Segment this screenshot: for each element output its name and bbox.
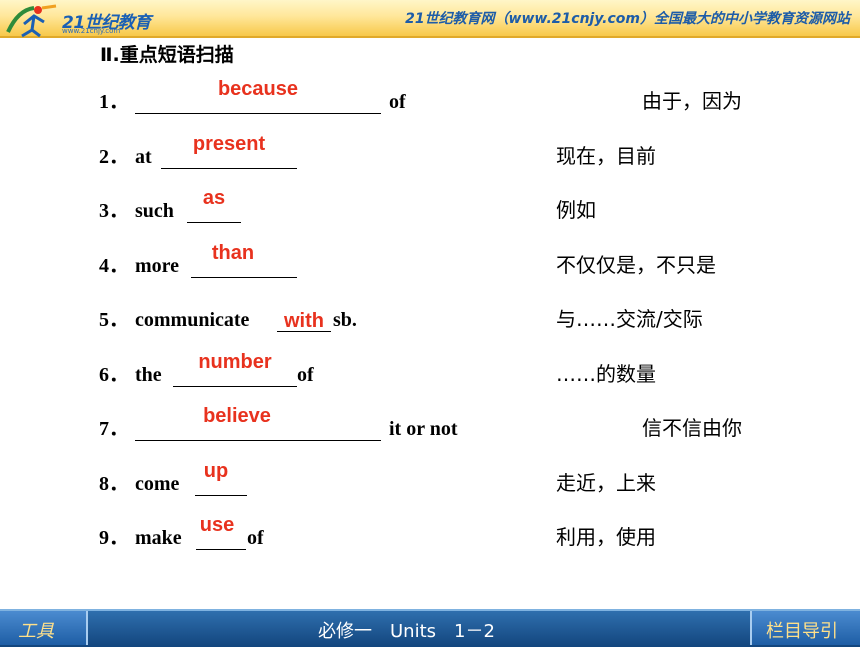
answer-text: number bbox=[198, 351, 272, 373]
phrase-meaning: 由于，因为 bbox=[642, 89, 742, 113]
row-number: 2． bbox=[99, 146, 129, 168]
section-nav-button[interactable]: 栏目导引 bbox=[750, 611, 860, 645]
phrase-row: 1． because of 由于，因为 bbox=[99, 78, 799, 118]
phrase-row: 3． such as 例如 bbox=[99, 187, 799, 227]
answer-text: present bbox=[192, 133, 266, 155]
phrase-meaning: 利用，使用 bbox=[556, 525, 656, 549]
section-nav-label: 栏目导引 bbox=[766, 621, 838, 642]
answer-blank: up bbox=[195, 460, 247, 496]
row-number: 1． bbox=[99, 91, 129, 113]
answer-text: than bbox=[211, 242, 255, 264]
footer-title: 必修一 Units 1－2 bbox=[318, 621, 495, 642]
answer-blank: number bbox=[173, 351, 297, 387]
answer-text: as bbox=[202, 187, 226, 209]
phrase-meaning: 不仅仅是，不只是 bbox=[556, 253, 716, 277]
tools-button[interactable]: 工具 bbox=[0, 611, 88, 645]
phrase-suffix: of bbox=[389, 91, 406, 113]
site-logo: 21世纪教育 www.21cnjy.com bbox=[4, 2, 151, 38]
row-number: 4． bbox=[99, 255, 129, 277]
answer-text: use bbox=[199, 514, 235, 536]
answer-blank: because bbox=[135, 78, 381, 114]
phrase-row: 4． more than 不仅仅是，不只是 bbox=[99, 242, 799, 282]
phrase-prefix: the bbox=[135, 364, 162, 386]
phrase-meaning: 信不信由你 bbox=[642, 416, 742, 440]
phrase-suffix: of bbox=[297, 364, 314, 386]
phrase-meaning: 例如 bbox=[556, 198, 596, 222]
answer-blank: present bbox=[161, 133, 297, 169]
row-number: 7． bbox=[99, 418, 129, 440]
phrase-prefix: communicate bbox=[135, 309, 250, 331]
phrase-prefix: come bbox=[135, 473, 180, 495]
phrase-row: 9． make use of 利用，使用 bbox=[99, 514, 799, 554]
section-heading: Ⅱ.重点短语扫描 bbox=[100, 44, 234, 66]
row-number: 6． bbox=[99, 364, 129, 386]
runner-logo-icon bbox=[6, 4, 57, 38]
logo-subtext: www.21cnjy.com bbox=[62, 27, 121, 35]
phrase-meaning: 走近，上来 bbox=[556, 471, 656, 495]
answer-text: because bbox=[217, 78, 299, 100]
phrase-prefix: at bbox=[135, 146, 152, 168]
phrase-row: 6． the number of ……的数量 bbox=[99, 351, 799, 391]
answer-blank: use bbox=[196, 514, 246, 550]
answer-blank: with bbox=[277, 309, 331, 332]
phrase-meaning: 与……交流/交际 bbox=[556, 307, 703, 331]
phrase-prefix: such bbox=[135, 200, 174, 222]
answer-blank: than bbox=[191, 242, 297, 278]
row-number: 5． bbox=[99, 309, 129, 331]
answer-text: with bbox=[284, 310, 324, 332]
phrase-row: 8． come up 走近，上来 bbox=[99, 460, 799, 500]
answer-text: up bbox=[203, 460, 229, 482]
phrase-prefix: more bbox=[135, 255, 180, 277]
phrase-suffix: of bbox=[247, 527, 264, 549]
answer-blank: believe bbox=[135, 405, 381, 441]
footer-bar: 工具 必修一 Units 1－2 栏目导引 bbox=[0, 609, 860, 647]
phrase-prefix: make bbox=[135, 527, 182, 549]
phrase-row: 7． believe it or not 信不信由你 bbox=[99, 405, 799, 445]
phrase-meaning: ……的数量 bbox=[556, 362, 656, 386]
header-bar: 21世纪教育 www.21cnjy.com 21世纪教育网（www.21cnjy… bbox=[0, 0, 860, 40]
phrase-suffix: sb. bbox=[333, 309, 357, 331]
phrase-row: 2． at present 现在，目前 bbox=[99, 133, 799, 173]
row-number: 8． bbox=[99, 473, 129, 495]
site-banner[interactable]: 21世纪教育网（www.21cnjy.com）全国最大的中小学教育资源网站 bbox=[405, 8, 850, 28]
answer-blank: as bbox=[187, 187, 241, 223]
phrase-meaning: 现在，目前 bbox=[556, 144, 656, 168]
tools-label: 工具 bbox=[18, 621, 54, 642]
phrase-row: 5． communicate with sb. 与……交流/交际 bbox=[99, 306, 799, 336]
answer-text: believe bbox=[203, 405, 271, 427]
phrase-suffix: it or not bbox=[389, 418, 458, 440]
row-number: 3． bbox=[99, 200, 129, 222]
row-number: 9． bbox=[99, 527, 129, 549]
